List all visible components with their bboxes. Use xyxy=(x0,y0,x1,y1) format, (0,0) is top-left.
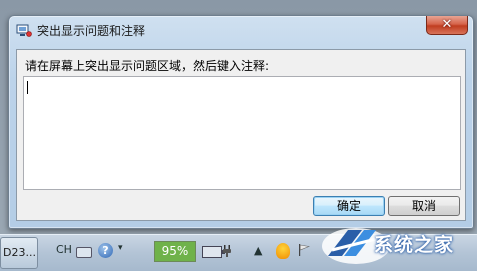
cancel-button[interactable]: 取消 xyxy=(388,196,460,216)
dialog-titlebar[interactable]: 突出显示问题和注释 ✕ xyxy=(9,16,473,44)
ok-button[interactable]: 确定 xyxy=(313,196,385,216)
watermark-text: 系统之家 xyxy=(374,234,455,256)
help-icon[interactable]: ? xyxy=(98,243,113,258)
show-hidden-icons-icon[interactable]: ▲ xyxy=(254,244,262,257)
app-recorder-icon xyxy=(16,22,32,38)
chevron-down-icon[interactable]: ▾ xyxy=(118,243,123,253)
text-caret xyxy=(27,81,28,94)
close-button[interactable]: ✕ xyxy=(426,16,468,35)
battery-percent-badge[interactable]: 95% xyxy=(154,241,196,262)
keyboard-icon[interactable] xyxy=(76,247,92,258)
flag-icon[interactable] xyxy=(298,244,311,256)
qq-icon[interactable] xyxy=(276,243,290,259)
close-icon: ✕ xyxy=(441,17,453,32)
dialog-title: 突出显示问题和注释 xyxy=(37,24,146,38)
plug-icon xyxy=(222,245,232,257)
annotation-textarea[interactable] xyxy=(23,76,461,190)
taskbar-app-button[interactable]: D23... xyxy=(0,237,38,269)
language-indicator[interactable]: CH xyxy=(56,243,72,256)
battery-icon[interactable] xyxy=(202,246,225,258)
annotation-dialog: 突出显示问题和注释 ✕ 请在屏幕上突出显示问题区域，然后键入注释: 确定 取消 xyxy=(8,15,474,229)
annotation-prompt: 请在屏幕上突出显示问题区域，然后键入注释: xyxy=(25,59,270,73)
dialog-body: 请在屏幕上突出显示问题区域，然后键入注释: 确定 取消 xyxy=(16,49,466,221)
